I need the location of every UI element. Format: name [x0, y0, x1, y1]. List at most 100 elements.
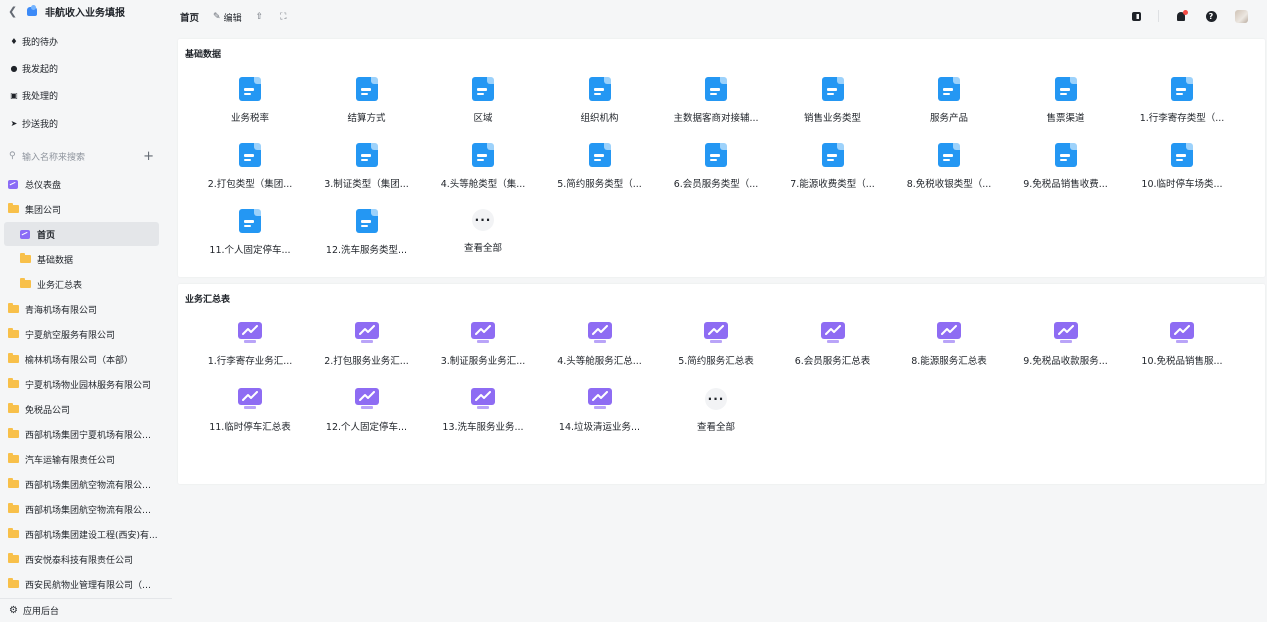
- sidebar-tree-label: 宁夏机场物业园林服务有限公司: [25, 380, 152, 391]
- tile-item[interactable]: 11.个人固定停车...: [192, 209, 308, 261]
- tile-item[interactable]: 2.打包类型（集团...: [192, 143, 308, 195]
- topbar-actions: ?: [1114, 8, 1249, 24]
- fullscreen-icon: ⛶: [280, 12, 287, 22]
- sidebar-tree-item[interactable]: 榆林机场有限公司（本部）: [4, 347, 159, 371]
- tile-label: 销售业务类型: [803, 113, 861, 124]
- app-title: 非航收入业务填报: [45, 7, 125, 19]
- document-icon: [705, 143, 727, 167]
- pencil-icon: ✎: [213, 12, 221, 22]
- tile-item[interactable]: 3.制证类型（集团...: [309, 143, 425, 195]
- document-icon: [355, 209, 378, 233]
- tile-item[interactable]: 销售业务类型: [775, 77, 891, 129]
- tile-item[interactable]: 10.临时停车场类...: [1124, 143, 1240, 195]
- tile-item[interactable]: 区域: [425, 77, 541, 129]
- folder-icon: [8, 328, 19, 338]
- tile-item[interactable]: 4.头等舱类型（集...: [425, 143, 541, 195]
- tile-item[interactable]: 8.能源服务汇总表: [891, 322, 1007, 374]
- tile-item[interactable]: 5.简约服务汇总表: [658, 322, 774, 374]
- tile-label: 8.免税收银类型（...: [906, 179, 992, 190]
- tile-label: 4.头等舱类型（集...: [440, 179, 526, 190]
- tile-label: 2.打包服务业务汇...: [324, 356, 409, 367]
- tile-item[interactable]: 12.洗车服务类型...: [309, 209, 425, 261]
- notifications-button[interactable]: [1173, 8, 1189, 24]
- sidebar-tree-item[interactable]: 西安悦泰科技有限责任公司: [4, 547, 159, 571]
- sidebar-tree-label: 榆林机场有限公司（本部）: [25, 355, 134, 366]
- nav-item-handled[interactable]: ▣ 我处理的: [0, 85, 172, 105]
- sidebar-tree-item[interactable]: 汽车运输有限责任公司: [4, 447, 159, 471]
- sidebar-tree-item[interactable]: 总仪表盘: [4, 172, 159, 196]
- tile-item[interactable]: 2.打包服务业务汇...: [309, 322, 425, 374]
- tile-item[interactable]: 结算方式: [309, 77, 425, 129]
- tile-item[interactable]: 4.头等舱服务汇总...: [542, 322, 658, 374]
- chart-monitor-icon: [471, 322, 495, 344]
- folder-icon: [8, 403, 19, 413]
- tile-item[interactable]: 1.行李寄存类型（...: [1124, 77, 1240, 129]
- sidebar-tree-item[interactable]: 宁夏航空服务有限公司: [4, 322, 159, 346]
- tile-item[interactable]: 1.行李寄存业务汇...: [192, 322, 308, 374]
- search-input[interactable]: 输入名称来搜索: [22, 150, 143, 163]
- tile-item[interactable]: 6.会员服务汇总表: [775, 322, 891, 374]
- tile-item[interactable]: 11.临时停车汇总表: [192, 388, 308, 440]
- help-button[interactable]: ?: [1203, 8, 1219, 24]
- nav-item-cc[interactable]: ➤ 抄送我的: [0, 113, 172, 133]
- tile-label: 4.头等舱服务汇总...: [557, 356, 642, 367]
- nav-item-my-todo[interactable]: ♦ 我的待办: [0, 31, 172, 51]
- section-title: 基础数据: [185, 50, 222, 60]
- sidebar-tree-item[interactable]: 集团公司: [4, 197, 159, 221]
- tile-label: 3.制证服务业务汇...: [440, 356, 526, 367]
- tile-item[interactable]: 主数据客商对接辅...: [658, 77, 774, 129]
- chart-monitor-icon: [238, 322, 262, 344]
- user-avatar-button[interactable]: [1233, 8, 1249, 24]
- document-icon: [1054, 77, 1077, 101]
- sidebar-tree-item[interactable]: 宁夏机场物业园林服务有限公司: [4, 372, 159, 396]
- nav-item-initiated[interactable]: ● 我发起的: [0, 58, 172, 78]
- folder-icon: [20, 278, 31, 288]
- tile-item[interactable]: 8.免税收银类型（...: [891, 143, 1007, 195]
- tile-item[interactable]: 业务税率: [192, 77, 308, 129]
- sidebar-tree-item[interactable]: 西安民航物业管理有限公司（本...: [4, 572, 159, 596]
- sidebar-tree-label: 宁夏航空服务有限公司: [25, 330, 116, 341]
- tile-item[interactable]: 13.洗车服务业务...: [425, 388, 541, 440]
- add-icon[interactable]: +: [143, 149, 154, 164]
- send-icon: ●: [10, 63, 18, 73]
- tile-item[interactable]: 服务产品: [891, 77, 1007, 129]
- tile-item[interactable]: 3.制证服务业务汇...: [425, 322, 541, 374]
- sidebar-tree-item[interactable]: 青海机场有限公司: [4, 297, 159, 321]
- view-all-button[interactable]: ··· 查看全部: [658, 388, 774, 440]
- panel-toggle-button[interactable]: [1128, 8, 1144, 24]
- tile-label: 13.洗车服务业务...: [442, 422, 524, 433]
- share-button[interactable]: ⇧: [256, 12, 267, 22]
- app-header: ❮ 非航收入业务填报: [0, 0, 172, 22]
- tile-item[interactable]: 售票渠道: [1008, 77, 1124, 129]
- edit-button[interactable]: ✎ 编辑: [213, 11, 242, 24]
- sidebar-tree-item[interactable]: 基础数据: [4, 247, 159, 271]
- chart-monitor-icon: [587, 322, 612, 344]
- app-admin-link[interactable]: ⚙ 应用后台: [0, 598, 172, 622]
- back-arrow-icon[interactable]: ❮: [8, 5, 20, 18]
- sidebar-tree-item[interactable]: 西部机场集团航空物流有限公司...: [4, 472, 159, 496]
- fullscreen-button[interactable]: ⛶: [280, 12, 289, 22]
- sidebar-tree-item[interactable]: 业务汇总表: [4, 272, 159, 296]
- sidebar-tree-item[interactable]: 首页: [4, 222, 159, 246]
- sidebar-tree-label: 业务汇总表: [37, 280, 83, 291]
- tile-item[interactable]: 9.免税品收款服务...: [1008, 322, 1124, 374]
- view-all-button[interactable]: ··· 查看全部: [425, 209, 541, 261]
- sidebar-tree-item[interactable]: 西部机场集团建设工程(西安)有...: [4, 522, 159, 546]
- tile-item[interactable]: 12.个人固定停车...: [309, 388, 425, 440]
- nav-item-label: 我的待办: [22, 37, 59, 48]
- folder-icon: [8, 453, 19, 463]
- tile-item[interactable]: 6.会员服务类型（...: [658, 143, 774, 195]
- tile-item[interactable]: 10.免税品销售服...: [1124, 322, 1240, 374]
- tile-item[interactable]: 9.免税品销售收费...: [1008, 143, 1124, 195]
- sidebar-tree-item[interactable]: 西部机场集团宁夏机场有限公司...: [4, 422, 159, 446]
- tile-item[interactable]: 7.能源收费类型（...: [775, 143, 891, 195]
- section-basic-data: 基础数据 业务税率 结算方式 区域 组织机构 主数据客商对接辅... 销售业务类型 服务产品…: [178, 39, 1265, 277]
- tile-label: 组织机构: [580, 113, 619, 124]
- tile-item[interactable]: 组织机构: [542, 77, 658, 129]
- sidebar-tree-item[interactable]: 西部机场集团航空物流有限公司...: [4, 497, 159, 521]
- tile-item[interactable]: 14.垃圾清运业务...: [542, 388, 658, 440]
- sidebar-tree-item[interactable]: 免税品公司: [4, 397, 159, 421]
- folder-icon: [8, 578, 19, 588]
- chart-monitor-icon: [1170, 322, 1194, 344]
- tile-item[interactable]: 5.简约服务类型（...: [542, 143, 658, 195]
